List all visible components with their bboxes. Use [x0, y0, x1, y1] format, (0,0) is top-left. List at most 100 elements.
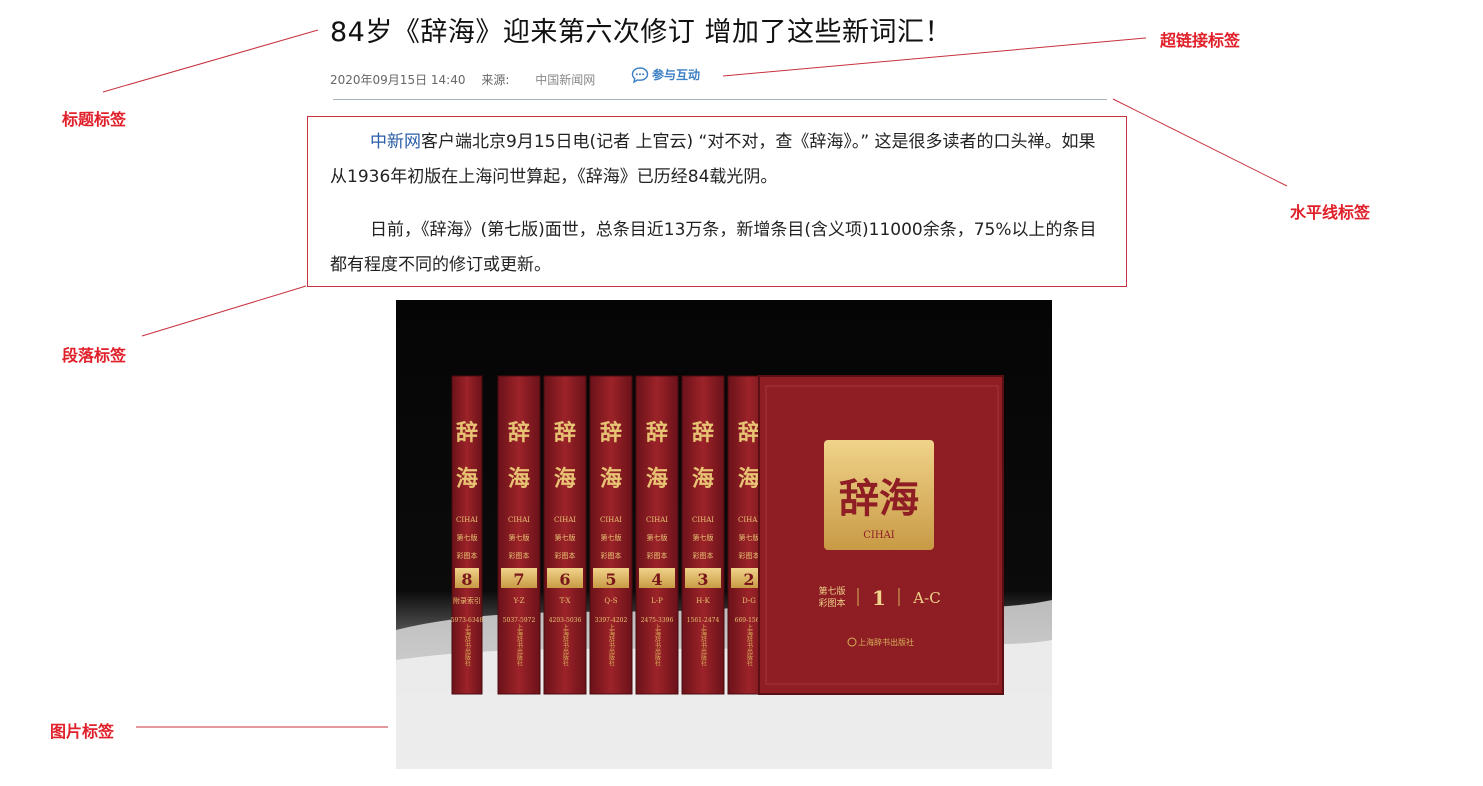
spine-edition: 第七版	[509, 533, 530, 542]
spine-range: Y-Z	[512, 597, 524, 605]
leader-line-hr	[1112, 98, 1288, 187]
spine-subtitle: CIHAI	[738, 516, 760, 524]
cover-publisher: 上海辞书出版社	[858, 637, 914, 647]
spine-kind: 彩图本	[647, 551, 668, 560]
spine-kind: 彩图本	[509, 551, 530, 560]
publish-datetime: 2020年09月15日 14:40	[330, 73, 466, 87]
spine-edition: 第七版	[739, 533, 760, 542]
spine-volume-number: 4	[651, 570, 662, 589]
spine-title-char: 海	[600, 466, 622, 492]
spine-title-char: 海	[456, 466, 478, 492]
cover-number: 1	[872, 586, 886, 610]
leader-line-title	[102, 29, 319, 93]
spine-publisher: 上海辞书出版社	[516, 623, 523, 667]
book-spines: 辞海CIHAI第七版彩图本8附录索引5973-6348上海辞书出版社辞海CIHA…	[451, 375, 771, 695]
spine-publisher: 上海辞书出版社	[700, 623, 707, 667]
spine-kind: 彩图本	[601, 551, 622, 560]
cover-kind: 彩图本	[818, 597, 845, 609]
spine-subtitle: CIHAI	[554, 516, 576, 524]
interact-link[interactable]: 参与互动	[631, 65, 700, 85]
interact-label: 参与互动	[652, 68, 701, 82]
spine-range: T-X	[560, 597, 571, 605]
book-spine: 辞海 CIHAI 第七版彩图本 7 Y-Z 5037-5972上海辞书出版社	[497, 375, 541, 695]
spine-kind: 彩图本	[457, 551, 478, 560]
leader-line-paragraph	[141, 285, 307, 337]
spine-kind: 彩图本	[739, 551, 760, 560]
spine-publisher: 上海辞书出版社	[654, 623, 661, 667]
spine-title-char: 辞	[508, 420, 530, 446]
cover-edition: 第七版	[818, 585, 845, 597]
article-meta: 2020年09月15日 14:40 来源: 中国新闻网 参与互动	[330, 65, 700, 87]
spine-range: Q-S	[604, 597, 617, 605]
spine-pages: 5973-6348	[451, 617, 484, 624]
spine-subtitle: CIHAI	[692, 516, 714, 524]
spine-volume-number: 5	[605, 570, 616, 589]
spine-subtitle: CIHAI	[456, 516, 478, 524]
spine-title-char: 辞	[692, 420, 714, 446]
book-spine: 辞海 CIHAI 第七版彩图本 4 L-P 2475-3396上海辞书出版社	[635, 375, 679, 695]
book-spine: 辞海 CIHAI 第七版彩图本 5 Q-S 3397-4202上海辞书出版社	[589, 375, 633, 695]
cover-title: 辞海	[839, 475, 919, 522]
spine-volume-number: 3	[697, 570, 708, 589]
spine-volume-number: 2	[743, 570, 754, 589]
spine-title-char: 辞	[456, 420, 478, 446]
spine-title-char: 海	[554, 466, 576, 492]
spine-pages: 2475-3396	[641, 617, 674, 624]
book-spine: 辞海 CIHAI 第七版彩图本 3 H-K 1561-2474上海辞书出版社	[681, 375, 725, 695]
spine-title-char: 辞	[738, 420, 760, 446]
spine-title-char: 辞	[554, 420, 576, 446]
front-cover-book: 辞海 CIHAI 第七版 彩图本 1 A-C 上海辞书出版社	[758, 375, 1004, 695]
spine-edition: 第七版	[555, 533, 576, 542]
spine-kind: 彩图本	[693, 551, 714, 560]
paragraph-2-text: 日前，《辞海》(第七版)面世，总条目近13万条，新增条目(含义项)11000余条…	[330, 220, 1097, 275]
spine-range: L-P	[651, 597, 663, 605]
annotation-paragraph-tag: 段落标签	[62, 346, 127, 365]
spine-title-char: 辞	[646, 420, 668, 446]
spine-volume-number: 6	[559, 570, 570, 589]
spine-kind: 彩图本	[555, 551, 576, 560]
cover-range: A-C	[912, 589, 940, 607]
source-label: 来源:	[481, 73, 510, 87]
spine-publisher: 上海辞书出版社	[746, 623, 753, 667]
spine-pages: 4203-5036	[549, 617, 582, 624]
spine-publisher: 上海辞书出版社	[608, 623, 615, 667]
page-title: 84岁《辞海》迎来第六次修订 增加了这些新词汇！	[330, 17, 952, 48]
article-photo: 辞海CIHAI第七版彩图本8附录索引5973-6348上海辞书出版社辞海CIHA…	[396, 300, 1052, 769]
spine-pages: 3397-4202	[595, 617, 628, 624]
comment-bubble-icon	[631, 67, 649, 84]
book-spine: 辞海 CIHAI 第七版彩图本 6 T-X 4203-5036上海辞书出版社	[543, 375, 587, 695]
annotation-hyperlink-tag: 超链接标签	[1160, 31, 1241, 50]
annotation-image-tag: 图片标签	[50, 722, 115, 741]
annotation-hr-tag: 水平线标签	[1290, 203, 1371, 222]
spine-range: D-G	[742, 597, 756, 605]
spine-title-char: 海	[692, 466, 714, 492]
spine-title-char: 海	[738, 466, 760, 492]
article-paragraph-1: 中新网客户端北京9月15日电(记者 上官云) “对不对，查《辞海》。” 这是很多…	[330, 125, 1112, 195]
spine-range: 附录索引	[453, 596, 481, 605]
spine-title-char: 海	[646, 466, 668, 492]
spine-edition: 第七版	[601, 533, 622, 542]
spine-edition: 第七版	[647, 533, 668, 542]
source-link[interactable]: 中国新闻网	[535, 73, 595, 87]
spine-title-char: 辞	[600, 420, 622, 446]
spine-pages: 5037-5972	[503, 617, 536, 624]
spine-edition: 第七版	[457, 533, 478, 542]
paragraph-1-text: 客户端北京9月15日电(记者 上官云) “对不对，查《辞海》。” 这是很多读者的…	[330, 132, 1096, 187]
spine-subtitle: CIHAI	[600, 516, 622, 524]
spine-title-char: 海	[508, 466, 530, 492]
spine-subtitle: CIHAI	[508, 516, 530, 524]
spine-volume-number: 8	[461, 570, 472, 589]
spine-pages: 1561-2474	[687, 617, 720, 624]
book-spine: 辞海 CIHAI 第七版彩图本 8 附录索引 5973-6348上海辞书出版社	[451, 375, 484, 695]
paragraph-source-link[interactable]: 中新网	[370, 132, 421, 152]
article-paragraph-2: 日前，《辞海》(第七版)面世，总条目近13万条，新增条目(含义项)11000余条…	[330, 213, 1112, 283]
horizontal-rule	[333, 99, 1107, 100]
spine-range: H-K	[696, 597, 710, 605]
annotation-title-tag: 标题标签	[62, 110, 127, 129]
spine-subtitle: CIHAI	[646, 516, 668, 524]
spine-edition: 第七版	[693, 533, 714, 542]
cover-subtitle: CIHAI	[863, 530, 895, 541]
spine-publisher: 上海辞书出版社	[464, 623, 471, 667]
spine-volume-number: 7	[513, 570, 524, 589]
spine-publisher: 上海辞书出版社	[562, 623, 569, 667]
